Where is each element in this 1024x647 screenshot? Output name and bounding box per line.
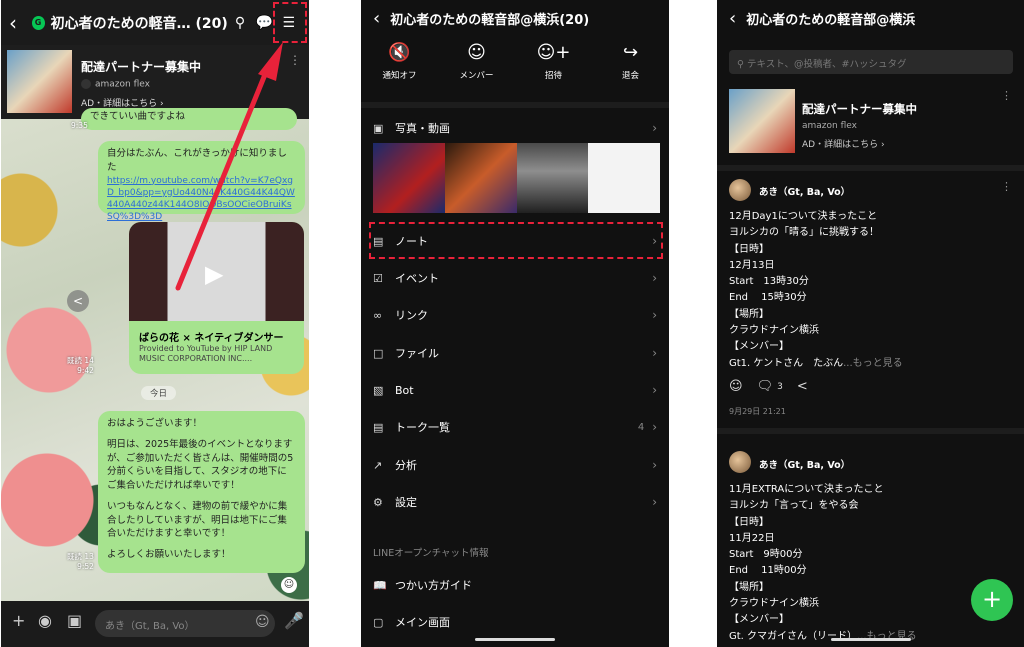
back-button[interactable]: ‹ <box>729 8 736 29</box>
chat-screen: ‹ G 初心者のための軽音… (20) ⚲ 💬 ☰ 配達パートナー募集中 ama… <box>1 0 309 647</box>
add-note-button[interactable]: + <box>971 579 1013 621</box>
more-icon[interactable]: ⋮ <box>1001 89 1012 102</box>
chevron-right-icon: › <box>652 458 657 472</box>
section-label: LINEオープンチャット情報 <box>373 548 489 559</box>
menu-item-links[interactable]: ∞ リンク › <box>361 300 669 330</box>
notes-header: ‹ 初心者のための軽音部@横浜 <box>717 0 1024 36</box>
photo-strip[interactable] <box>373 143 660 213</box>
comment-count: 3 <box>777 381 783 392</box>
chevron-right-icon: › <box>652 271 657 285</box>
ad-details-link[interactable]: AD・詳細はこちら › <box>802 137 885 150</box>
post-body[interactable]: 11月EXTRAについて決まったこと ヨルシカ「言って」をやる会 【日時】 11… <box>729 482 1014 645</box>
photo-thumbnail[interactable] <box>444 143 517 213</box>
back-button[interactable]: ‹ <box>373 8 380 29</box>
action-invite[interactable]: ☺+ 招待 <box>519 42 589 90</box>
note-highlight-box <box>369 222 663 259</box>
avatar[interactable] <box>729 179 751 201</box>
share-icon[interactable]: < <box>797 379 808 394</box>
post-date: 9月29日 21:21 <box>729 407 786 416</box>
post-author[interactable]: あき（Gt, Ba, Vo） <box>759 457 850 471</box>
gear-icon: ⚙ <box>373 495 383 509</box>
photo-icon: ▣ <box>373 121 384 135</box>
quick-actions: 🔇 通知オフ ☺ メンバー ☺+ 招待 ↪ 退会 <box>361 42 669 90</box>
bot-icon: ▧ <box>373 383 384 397</box>
post-author[interactable]: あき（Gt, Ba, Vo） <box>759 184 850 198</box>
chevron-right-icon: › <box>652 383 657 397</box>
chevron-right-icon: › <box>652 495 657 509</box>
notes-screen: ‹ 初心者のための軽音部@横浜 ⚲ テキスト、@投稿者、#ハッシュタグ 配達パー… <box>717 0 1024 647</box>
home-indicator <box>831 638 911 641</box>
notes-title: 初心者のための軽音部@横浜 <box>746 12 916 28</box>
photo-thumbnail[interactable] <box>588 143 660 213</box>
exit-icon: ↪ <box>622 42 639 63</box>
post-actions: ☺ 🗨 3 < <box>729 379 808 394</box>
chevron-right-icon: › <box>652 121 657 135</box>
folder-icon: □ <box>373 346 384 360</box>
more-icon[interactable]: ⋮ <box>1001 180 1012 193</box>
annotation-arrow <box>175 42 283 291</box>
chart-icon: ↗ <box>373 458 383 472</box>
photo-thumbnail[interactable] <box>373 143 445 213</box>
photo-thumbnail[interactable] <box>516 143 589 213</box>
avatar[interactable] <box>729 451 751 473</box>
menu-item-bot[interactable]: ▧ Bot › <box>361 375 669 405</box>
link-icon: ∞ <box>373 308 383 322</box>
ad-brand: amazon flex <box>802 121 857 131</box>
read-more-link[interactable]: ...もっと見る <box>843 358 903 369</box>
ad-title: 配達パートナー募集中 <box>802 102 917 116</box>
menu-item-main-screen[interactable]: ▢ メイン画面 <box>361 607 669 637</box>
speaker-off-icon: 🔇 <box>388 42 411 63</box>
search-icon: ⚲ <box>737 59 744 70</box>
ad-thumbnail[interactable] <box>729 89 795 153</box>
menu-screen: ‹ 初心者のための軽音部@横浜(20) 🔇 通知オフ ☺ メンバー ☺+ 招待 … <box>361 0 669 647</box>
menu-item-talk-list[interactable]: ▤ トーク一覧 4 › <box>361 412 669 442</box>
menu-item-analytics[interactable]: ↗ 分析 › <box>361 450 669 480</box>
action-leave[interactable]: ↪ 退会 <box>596 42 666 90</box>
talk-count: 4 <box>637 421 645 433</box>
menu-item-settings[interactable]: ⚙ 設定 › <box>361 487 669 517</box>
list-icon: ▤ <box>373 420 384 434</box>
divider <box>361 102 669 108</box>
reaction-icon[interactable]: ☺ <box>729 379 743 394</box>
notes-search-input[interactable]: ⚲ テキスト、@投稿者、#ハッシュタグ <box>729 50 1013 74</box>
chevron-right-icon: › <box>652 346 657 360</box>
menu-header: ‹ 初心者のための軽音部@横浜(20) <box>361 0 669 36</box>
menu-title: 初心者のための軽音部@横浜(20) <box>390 12 590 28</box>
action-notification-off[interactable]: 🔇 通知オフ <box>365 42 435 90</box>
calendar-icon: ☑ <box>373 271 383 285</box>
book-icon: 📖 <box>373 578 387 592</box>
divider <box>717 428 1024 434</box>
chevron-right-icon: › <box>652 420 657 434</box>
menu-item-photos[interactable]: ▣ 写真・動画 › <box>361 113 669 143</box>
home-icon: ▢ <box>373 615 384 629</box>
divider <box>717 165 1024 171</box>
members-icon: ☺ <box>467 42 486 63</box>
comment-icon[interactable]: 🗨 <box>757 379 774 394</box>
invite-icon: ☺+ <box>536 42 571 63</box>
menu-item-events[interactable]: ☑ イベント › <box>361 263 669 293</box>
action-members[interactable]: ☺ メンバー <box>442 42 512 90</box>
menu-item-guide[interactable]: 📖 つかい方ガイド <box>361 570 669 600</box>
post-body[interactable]: 12月Day1について決まったこと ヨルシカの「晴る」に挑戦する！ 【日時】 1… <box>729 209 1014 372</box>
chevron-right-icon: › <box>652 308 657 322</box>
home-indicator <box>475 638 555 641</box>
menu-item-files[interactable]: □ ファイル › <box>361 338 669 368</box>
